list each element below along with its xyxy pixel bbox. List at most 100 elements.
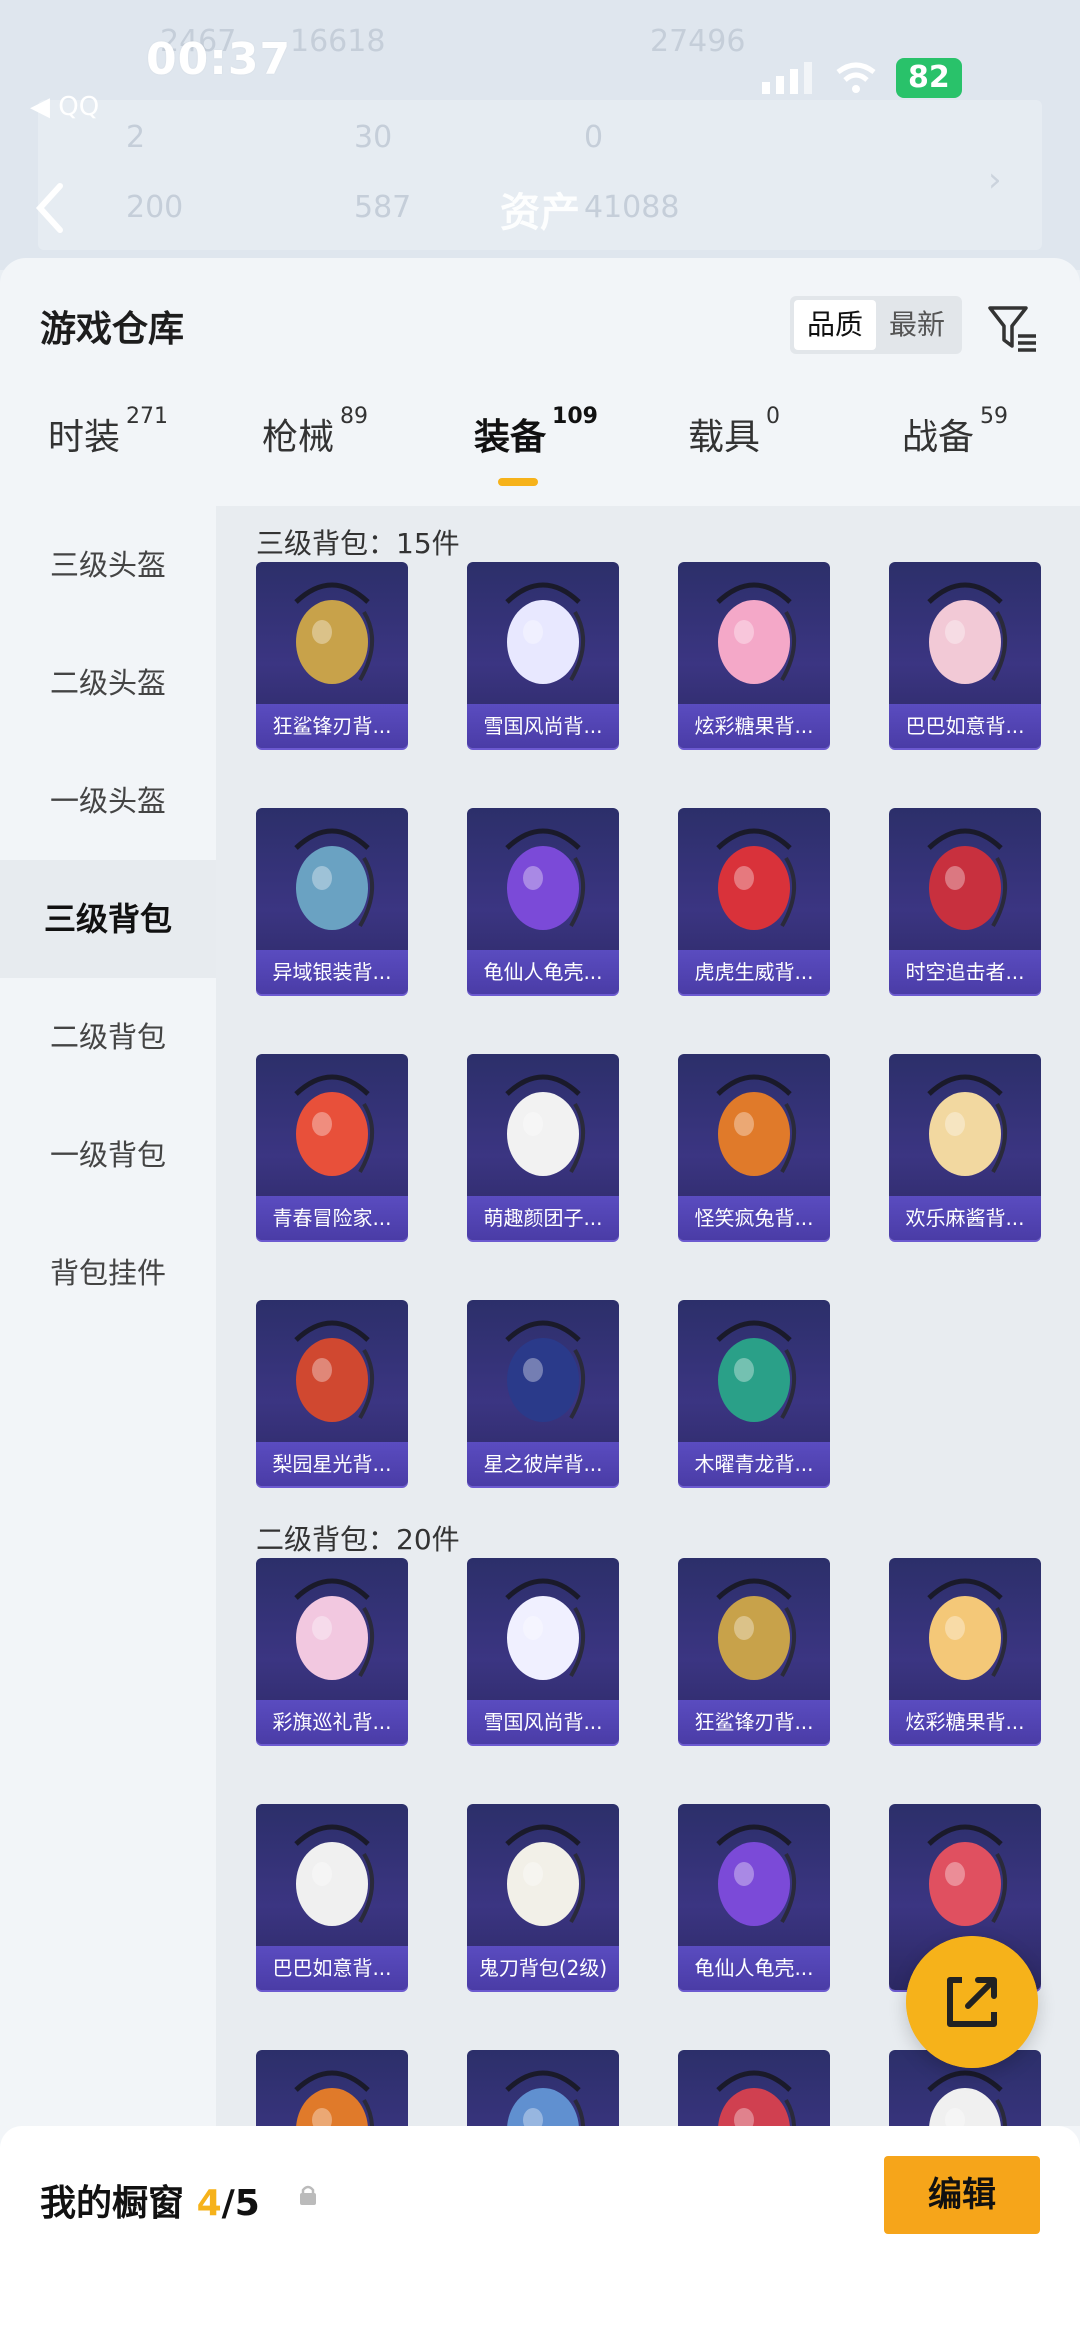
backpack-icon: [505, 1320, 586, 1422]
back-arrow-icon[interactable]: [30, 178, 70, 238]
item-name: 龟仙人龟壳...: [678, 1946, 830, 1990]
wifi-icon: [836, 62, 876, 93]
showcase-label: 我的橱窗 4/5: [40, 2183, 260, 2224]
item-name: 雪国风尚背...: [467, 1700, 619, 1744]
sidebar-item-backpack-3[interactable]: 三级背包: [0, 860, 216, 978]
item-card[interactable]: 炫彩糖果背...: [889, 1558, 1041, 1744]
item-card[interactable]: 龟仙人龟壳...: [467, 808, 619, 994]
item-name: 青春冒险家...: [256, 1196, 408, 1240]
backpack-icon: [716, 1824, 797, 1926]
item-card[interactable]: [467, 2050, 619, 2126]
item-name: 欢乐麻酱背...: [889, 1196, 1041, 1240]
bg-number: 200: [126, 190, 184, 225]
bg-number: 30: [354, 120, 393, 155]
item-card[interactable]: 虎虎生威背...: [678, 808, 830, 994]
battery-level: 82: [896, 58, 962, 98]
bg-number: 16618: [290, 24, 386, 59]
bg-number: 0: [584, 120, 604, 155]
back-to-app[interactable]: ◀ QQ: [30, 92, 99, 122]
item-name: 梨园星光背...: [256, 1442, 408, 1486]
item-card[interactable]: 巴巴如意背...: [256, 1804, 408, 1990]
item-name: 异域银装背...: [256, 950, 408, 994]
backpack-icon: [505, 2070, 585, 2126]
sort-quality[interactable]: 品质: [794, 300, 876, 350]
sidebar-item-helmet-2[interactable]: 二级头盔: [0, 624, 216, 742]
item-name: 木曜青龙背...: [678, 1442, 830, 1486]
status-indicators: 82: [760, 54, 962, 102]
screen: 2467 16618 27496 2 30 0 200 587 41088 资产…: [0, 0, 1080, 2347]
backpack-icon: [716, 582, 797, 684]
sort-newest[interactable]: 最新: [876, 300, 958, 350]
item-name: 巴巴如意背...: [889, 704, 1041, 748]
sidebar: 三级头盔 二级头盔 一级头盔 三级背包 二级背包 一级背包 背包挂件: [0, 506, 216, 2126]
active-tab-indicator: [498, 478, 538, 486]
item-card[interactable]: 彩旗巡礼背...: [256, 1558, 408, 1744]
backpack-icon: [294, 582, 375, 684]
sidebar-item-helmet-1[interactable]: 一级头盔: [0, 742, 216, 860]
lock-icon: [300, 2185, 316, 2205]
item-name: 巴巴如意背...: [256, 1946, 408, 1990]
item-card[interactable]: 梨园星光背...: [256, 1300, 408, 1486]
edit-button[interactable]: 编辑: [884, 2156, 1040, 2234]
bg-number: 41088: [584, 190, 680, 225]
item-card[interactable]: 雪国风尚背...: [467, 562, 619, 748]
backpack-icon: [505, 1824, 586, 1926]
tab-supplies[interactable]: 战备59: [902, 404, 1008, 498]
backpack-icon: [716, 1578, 797, 1680]
tab-guns[interactable]: 枪械89: [262, 404, 368, 498]
filter-icon[interactable]: [986, 302, 1038, 354]
item-name: 虎虎生威背...: [678, 950, 830, 994]
backpack-icon: [716, 2070, 796, 2126]
item-card[interactable]: 青春冒险家...: [256, 1054, 408, 1240]
item-card[interactable]: 龟仙人龟壳...: [678, 1804, 830, 1990]
item-card[interactable]: 木曜青龙背...: [678, 1300, 830, 1486]
sidebar-item-backpack-2[interactable]: 二级背包: [0, 978, 216, 1096]
item-name: 龟仙人龟壳...: [467, 950, 619, 994]
backpack-icon: [716, 1074, 797, 1176]
status-time: 00:37: [146, 34, 292, 85]
item-card[interactable]: 巴巴如意背...: [889, 562, 1041, 748]
item-card[interactable]: 欢乐麻酱背...: [889, 1054, 1041, 1240]
tab-equipment[interactable]: 装备109: [474, 404, 598, 498]
backpack-icon: [927, 828, 1008, 930]
item-name: 萌趣颜团子...: [467, 1196, 619, 1240]
showcase-current: 4: [196, 2183, 222, 2224]
tab-vehicles[interactable]: 载具0: [688, 404, 780, 498]
section-title: 二级背包：20件: [256, 1523, 460, 1556]
item-name: 鬼刀背包(2级): [467, 1946, 619, 1990]
item-card[interactable]: 时空追击者...: [889, 808, 1041, 994]
backpack-icon: [505, 828, 586, 930]
item-card[interactable]: 雪国风尚背...: [467, 1558, 619, 1744]
bg-number: 2: [126, 120, 146, 155]
backpack-icon: [927, 1074, 1008, 1176]
item-card[interactable]: 怪笑疯兔背...: [678, 1054, 830, 1240]
backpack-icon: [294, 1824, 375, 1926]
item-card[interactable]: [256, 2050, 408, 2126]
sidebar-item-pendant[interactable]: 背包挂件: [0, 1214, 216, 1332]
item-name: 星之彼岸背...: [467, 1442, 619, 1486]
bg-number: 587: [354, 190, 412, 225]
backpack-icon: [716, 828, 797, 930]
backpack-icon: [505, 582, 586, 684]
item-card[interactable]: 鬼刀背包(2级): [467, 1804, 619, 1990]
section-title: 三级背包：15件: [256, 527, 460, 560]
sidebar-item-backpack-1[interactable]: 一级背包: [0, 1096, 216, 1214]
backpack-icon: [505, 1578, 586, 1680]
item-name: 狂鲨锋刃背...: [256, 704, 408, 748]
item-card[interactable]: [678, 2050, 830, 2126]
item-card[interactable]: 狂鲨锋刃背...: [678, 1558, 830, 1744]
backpack-icon: [927, 582, 1008, 684]
backpack-icon: [927, 1578, 1008, 1680]
item-name: 雪国风尚背...: [467, 704, 619, 748]
bg-number: 27496: [650, 24, 746, 59]
item-card[interactable]: 星之彼岸背...: [467, 1300, 619, 1486]
showcase-bar: 我的橱窗 4/5 编辑: [0, 2126, 1080, 2347]
item-card[interactable]: 异域银装背...: [256, 808, 408, 994]
share-button[interactable]: [906, 1936, 1038, 2068]
item-card[interactable]: 萌趣颜团子...: [467, 1054, 619, 1240]
tab-fashion[interactable]: 时装271: [48, 404, 168, 498]
sidebar-item-helmet-3[interactable]: 三级头盔: [0, 506, 216, 624]
item-card[interactable]: 狂鲨锋刃背...: [256, 562, 408, 748]
sort-toggle: 品质 最新: [790, 296, 962, 354]
item-card[interactable]: 炫彩糖果背...: [678, 562, 830, 748]
